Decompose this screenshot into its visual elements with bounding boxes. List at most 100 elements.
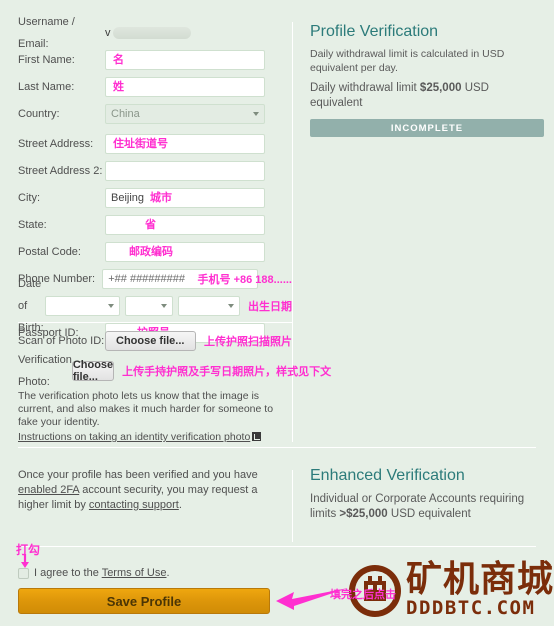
chevron-down-icon bbox=[228, 304, 234, 308]
state-annotation: 省 bbox=[145, 219, 156, 231]
phone-value: +## ######### bbox=[108, 273, 186, 285]
field-row-last-name: Last Name: 姓 bbox=[0, 76, 292, 98]
verification-photo-choose-file-button[interactable]: Choose file... bbox=[71, 359, 115, 383]
instructions-link[interactable]: Instructions on taking an identity verif… bbox=[18, 431, 250, 443]
chevron-down-icon bbox=[108, 304, 114, 308]
street-address-annotation: 住址街道号 bbox=[113, 138, 168, 150]
enhanced-verification-panel: Enhanced Verification Individual or Corp… bbox=[310, 466, 544, 522]
postal-code-annotation: 邮政编码 bbox=[129, 246, 173, 258]
agree-terms-checkbox[interactable] bbox=[18, 567, 29, 579]
field-row-verification-photo: Verification Photo: Choose file... 上传手持护… bbox=[0, 354, 331, 388]
field-row-country: Country: China bbox=[0, 103, 292, 125]
limit-para-c: higher limit by bbox=[18, 499, 89, 511]
postal-code-label: Postal Code: bbox=[18, 246, 81, 258]
terms-of-use-link[interactable]: Terms of Use bbox=[102, 567, 167, 579]
upload-section: Scan of Photo ID: Choose file... 上传护照扫描照… bbox=[0, 330, 331, 444]
profile-verification-limit: Daily withdrawal limit $25,000 USD equiv… bbox=[310, 81, 544, 111]
agree-suffix: . bbox=[166, 567, 170, 579]
contacting-support-link[interactable]: contacting support bbox=[89, 499, 179, 511]
first-name-input[interactable]: 名 bbox=[105, 50, 265, 70]
country-selected-value: China bbox=[111, 108, 140, 120]
limit-para-d: . bbox=[178, 499, 182, 511]
enhanced-line-2-prefix: limits bbox=[310, 508, 340, 520]
city-value: Beijing bbox=[111, 192, 145, 204]
redaction-bar bbox=[112, 27, 191, 40]
agree-prefix: I agree to the bbox=[34, 567, 102, 579]
username-visible-char: v bbox=[105, 27, 111, 39]
scan-photo-id-choose-file-button[interactable]: Choose file... bbox=[104, 331, 196, 351]
column-divider-lower bbox=[292, 470, 293, 542]
section-divider-main bbox=[18, 447, 536, 448]
street-address-label: Street Address: bbox=[18, 138, 94, 150]
postal-code-input[interactable]: 邮政编码 bbox=[105, 242, 265, 262]
city-annotation: 城市 bbox=[150, 192, 173, 204]
street-address-input[interactable]: 住址街道号 bbox=[105, 134, 265, 154]
scan-photo-id-annotation: 上传护照扫描照片 bbox=[204, 336, 292, 348]
dob-year-select[interactable] bbox=[178, 296, 240, 316]
last-name-annotation: 姓 bbox=[113, 81, 124, 93]
field-row-city: City: Beijing 城市 bbox=[0, 187, 292, 209]
verification-photo-explanation: The verification photo lets us know that… bbox=[18, 390, 274, 428]
username-value: v bbox=[105, 22, 191, 44]
field-row-state: State: 省 bbox=[0, 214, 292, 236]
street-address-2-label: Street Address 2: bbox=[18, 165, 103, 177]
verification-photo-label: Verification Photo: bbox=[18, 354, 72, 388]
limit-increase-paragraph: Once your profile has been verified and … bbox=[0, 468, 292, 513]
country-select[interactable]: China bbox=[105, 104, 265, 124]
profile-verification-title: Profile Verification bbox=[310, 23, 439, 40]
dob-selects bbox=[45, 296, 240, 316]
section-divider-terms bbox=[18, 546, 536, 547]
chevron-down-icon bbox=[161, 304, 167, 308]
first-name-annotation: 名 bbox=[113, 54, 124, 66]
limit-amount: $25,000 bbox=[419, 82, 462, 94]
status-badge: INCOMPLETE bbox=[310, 119, 544, 137]
terms-agreement-row: I agree to the Terms of Use. bbox=[18, 567, 170, 579]
street-address-2-input[interactable] bbox=[105, 161, 265, 181]
enhanced-line-2-amount: >$25,000 bbox=[339, 508, 388, 520]
verification-page: Username / Email: v First Name: 名 Last N… bbox=[0, 0, 554, 626]
field-row-postal-code: Postal Code: 邮政编码 bbox=[0, 241, 292, 263]
external-link-icon bbox=[252, 432, 262, 441]
chevron-down-icon bbox=[253, 112, 259, 116]
profile-verification-panel: Profile Verification Daily withdrawal li… bbox=[310, 22, 544, 137]
field-row-dob: Date of Birth: 出生日期 bbox=[0, 278, 292, 334]
field-row-street-address-2: Street Address 2: bbox=[0, 160, 292, 182]
limit-para-b: account security, you may request a bbox=[79, 484, 258, 496]
verification-photo-annotation: 上传手持护照及手写日期照片，样式见下文 bbox=[122, 366, 332, 378]
phone-annotation: 手机号 +86 188...... bbox=[197, 274, 292, 286]
dob-day-select[interactable] bbox=[125, 296, 173, 316]
last-name-input[interactable]: 姓 bbox=[105, 77, 265, 97]
watermark-chinese-text: 矿机商城 bbox=[406, 559, 554, 600]
limit-para-a: Once your profile has been verified and … bbox=[18, 469, 258, 481]
watermark-domain-text: DDDBTC.COM bbox=[406, 597, 536, 619]
field-row-street-address: Street Address: 住址街道号 bbox=[0, 133, 292, 155]
field-row-username: Username / Email: v bbox=[0, 16, 292, 50]
enhanced-line-1: Individual or Corporate Accounts requiri… bbox=[310, 493, 525, 505]
dob-annotation: 出生日期 bbox=[248, 301, 292, 313]
profile-verification-description: Daily withdrawal limit is calculated in … bbox=[310, 48, 505, 74]
first-name-label: First Name: bbox=[18, 54, 75, 66]
limit-prefix: Daily withdrawal limit bbox=[310, 82, 420, 94]
city-label: City: bbox=[18, 192, 40, 204]
enhanced-verification-title: Enhanced Verification bbox=[310, 467, 465, 484]
column-divider bbox=[292, 22, 293, 442]
enabled-2fa-link[interactable]: enabled 2FA bbox=[18, 484, 79, 496]
field-row-first-name: First Name: 名 bbox=[0, 49, 292, 71]
watermark: 矿机商城 DDDBTC.COM 填完之后点击 bbox=[330, 559, 554, 626]
last-name-label: Last Name: bbox=[18, 81, 75, 93]
country-label: Country: bbox=[18, 108, 60, 120]
dob-month-select[interactable] bbox=[45, 296, 120, 316]
agree-terms-label: I agree to the Terms of Use. bbox=[34, 567, 170, 579]
bitcoin-logo-icon bbox=[349, 565, 401, 617]
state-input[interactable]: 省 bbox=[105, 215, 265, 235]
state-label: State: bbox=[18, 219, 47, 231]
annotation-arrow-left-icon bbox=[276, 588, 348, 610]
profile-form: Username / Email: v First Name: 名 Last N… bbox=[0, 16, 292, 349]
enhanced-line-2-suffix: USD equivalent bbox=[387, 508, 471, 520]
annotation-arrow-down-icon bbox=[21, 554, 29, 568]
limit-increase-info: Once your profile has been verified and … bbox=[0, 468, 292, 513]
city-input[interactable]: Beijing 城市 bbox=[105, 188, 265, 208]
instructions-link-row: Instructions on taking an identity verif… bbox=[0, 431, 292, 444]
enhanced-verification-text: Individual or Corporate Accounts requiri… bbox=[310, 492, 544, 522]
save-profile-button[interactable]: Save Profile bbox=[18, 588, 270, 614]
